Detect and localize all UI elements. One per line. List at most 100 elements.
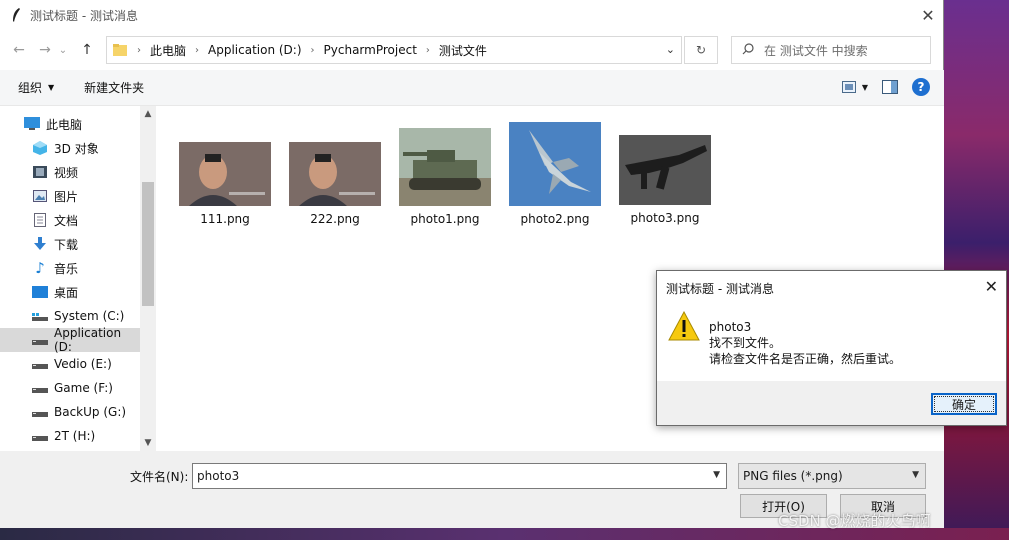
file-item[interactable]: photo1.png — [395, 128, 495, 226]
cube-icon — [32, 140, 48, 156]
sidebar-scrollbar[interactable]: ▲ ▼ — [140, 106, 156, 451]
window-title: 测试标题 - 测试消息 — [30, 8, 138, 23]
sidebar-item-drive-h[interactable]: 2T (H:) — [0, 424, 140, 448]
navigation-pane: 此电脑 3D 对象 视频 图片 文档 下载 ♪ 音乐 桌面 System (C:… — [0, 106, 156, 451]
scroll-thumb[interactable] — [142, 182, 154, 306]
filetype-select[interactable]: PNG files (*.png) ▼ — [738, 463, 926, 489]
sidebar-item-drive-e[interactable]: Vedio (E:) — [0, 352, 140, 376]
message-title: 测试标题 - 测试消息 — [666, 282, 774, 296]
filename-label: 文件名(N): — [130, 470, 189, 484]
file-name: 222.png — [310, 212, 360, 226]
computer-icon — [24, 116, 40, 132]
sidebar-item-pictures[interactable]: 图片 — [0, 184, 140, 208]
sidebar-item-label: 视频 — [54, 165, 79, 180]
document-icon — [32, 212, 48, 228]
file-item[interactable]: photo3.png — [615, 135, 715, 225]
address-bar[interactable]: › 此电脑 › Application (D:) › PycharmProjec… — [106, 36, 682, 64]
file-open-dialog: 测试标题 - 测试消息 ✕ ← → ⌄ ↑ › 此电脑 › Applicatio… — [0, 0, 944, 528]
chevron-right-icon: › — [137, 44, 141, 56]
change-view-icon[interactable]: ▼ — [841, 81, 868, 93]
organize-label: 组织 — [18, 81, 43, 95]
breadcrumb: › 此电脑 › Application (D:) › PycharmProjec… — [137, 42, 487, 59]
sidebar-item-drive-c[interactable]: System (C:) — [0, 304, 140, 328]
chevron-right-icon: › — [310, 44, 315, 56]
file-item[interactable]: 111.png — [175, 142, 275, 226]
feather-app-icon — [8, 7, 24, 23]
sidebar-item-label: Vedio (E:) — [54, 357, 112, 371]
forward-icon[interactable]: → — [34, 39, 56, 61]
drive-icon — [32, 428, 48, 444]
sidebar-item-label: 图片 — [54, 189, 79, 204]
filename-field[interactable]: photo3 ▼ — [192, 463, 727, 489]
view-controls: ▼ ? — [841, 78, 930, 96]
tank-thumbnail — [399, 128, 491, 206]
preview-pane-icon[interactable] — [882, 80, 898, 94]
close-icon[interactable]: ✕ — [985, 277, 998, 296]
chevron-down-icon[interactable]: ⌄ — [666, 43, 675, 56]
file-item[interactable]: photo2.png — [505, 122, 605, 226]
breadcrumb-item[interactable]: Application (D:) — [208, 43, 302, 57]
sidebar-item-label: BackUp (G:) — [54, 405, 127, 419]
new-folder-button[interactable]: 新建文件夹 — [84, 79, 144, 96]
sidebar-item-label: 音乐 — [54, 261, 79, 276]
desktop-icon — [32, 284, 48, 300]
sidebar-item-label: Game (F:) — [54, 381, 113, 395]
chevron-right-icon: › — [425, 44, 430, 56]
jet-thumbnail — [509, 122, 601, 206]
sidebar-item-downloads[interactable]: 下载 — [0, 232, 140, 256]
sidebar-item-drive-d[interactable]: Application (D: — [0, 326, 140, 354]
search-placeholder: 在 测试文件 中搜索 — [764, 43, 868, 58]
folder-icon — [113, 43, 127, 57]
portrait-thumbnail — [179, 142, 271, 206]
file-name: photo2.png — [520, 212, 590, 226]
watermark: CSDN @燃烧的火鸟啊 — [778, 512, 931, 530]
close-icon[interactable]: ✕ — [913, 0, 943, 30]
error-message-box: 测试标题 - 测试消息 ✕ photo3 找不到文件。 请检查文件名是否正确，然… — [656, 270, 1007, 426]
organize-menu[interactable]: 组织 ▼ — [18, 79, 54, 96]
chevron-right-icon: › — [195, 44, 200, 56]
file-name: photo1.png — [410, 212, 480, 226]
sidebar-item-label: Application (D: — [54, 326, 122, 354]
video-icon — [32, 164, 48, 180]
file-name: photo3.png — [630, 211, 700, 225]
chevron-down-icon[interactable]: ▼ — [713, 470, 720, 480]
message-line: 请检查文件名是否正确，然后重试。 — [709, 352, 902, 366]
sidebar-item-this-pc[interactable]: 此电脑 — [0, 112, 140, 136]
ok-button[interactable]: 确定 — [931, 393, 997, 415]
sidebar-item-drive-g[interactable]: BackUp (G:) — [0, 400, 140, 424]
sidebar-item-label: 3D 对象 — [54, 141, 99, 156]
sidebar-item-music[interactable]: ♪ 音乐 — [0, 256, 140, 280]
search-input[interactable]: 在 测试文件 中搜索 — [731, 36, 931, 64]
back-icon[interactable]: ← — [8, 39, 30, 61]
message-line: 找不到文件。 — [709, 336, 782, 350]
drive-icon — [32, 380, 48, 396]
recent-locations-icon[interactable]: ⌄ — [56, 39, 70, 61]
message-footer: 确定 — [657, 381, 1006, 425]
sidebar-item-documents[interactable]: 文档 — [0, 208, 140, 232]
sidebar-item-drive-f[interactable]: Game (F:) — [0, 376, 140, 400]
refresh-button[interactable]: ↻ — [684, 36, 718, 64]
scroll-up-icon[interactable]: ▲ — [140, 106, 156, 122]
message-text: photo3 找不到文件。 请检查文件名是否正确，然后重试。 — [709, 319, 901, 367]
caret-down-icon: ▼ — [48, 83, 55, 92]
breadcrumb-item[interactable]: PycharmProject — [324, 43, 417, 57]
rifle-thumbnail — [619, 135, 711, 205]
message-line: photo3 — [709, 320, 752, 334]
sidebar-item-label: 2T (H:) — [54, 429, 96, 443]
file-item[interactable]: 222.png — [285, 142, 385, 226]
music-icon: ♪ — [35, 259, 45, 277]
sidebar-item-desktop[interactable]: 桌面 — [0, 280, 140, 304]
sidebar-item-3d-objects[interactable]: 3D 对象 — [0, 136, 140, 160]
up-folder-icon[interactable]: ↑ — [76, 39, 98, 61]
scroll-down-icon[interactable]: ▼ — [140, 435, 156, 451]
filename-value: photo3 — [197, 469, 240, 483]
file-name: 111.png — [200, 212, 250, 226]
picture-icon — [32, 188, 48, 204]
breadcrumb-item[interactable]: 测试文件 — [439, 42, 487, 59]
sidebar-item-label: 下载 — [54, 237, 79, 252]
sidebar-item-videos[interactable]: 视频 — [0, 160, 140, 184]
breadcrumb-item[interactable]: 此电脑 — [150, 42, 186, 59]
chevron-down-icon[interactable]: ▼ — [912, 470, 919, 480]
portrait-thumbnail — [289, 142, 381, 206]
help-icon[interactable]: ? — [912, 78, 930, 96]
